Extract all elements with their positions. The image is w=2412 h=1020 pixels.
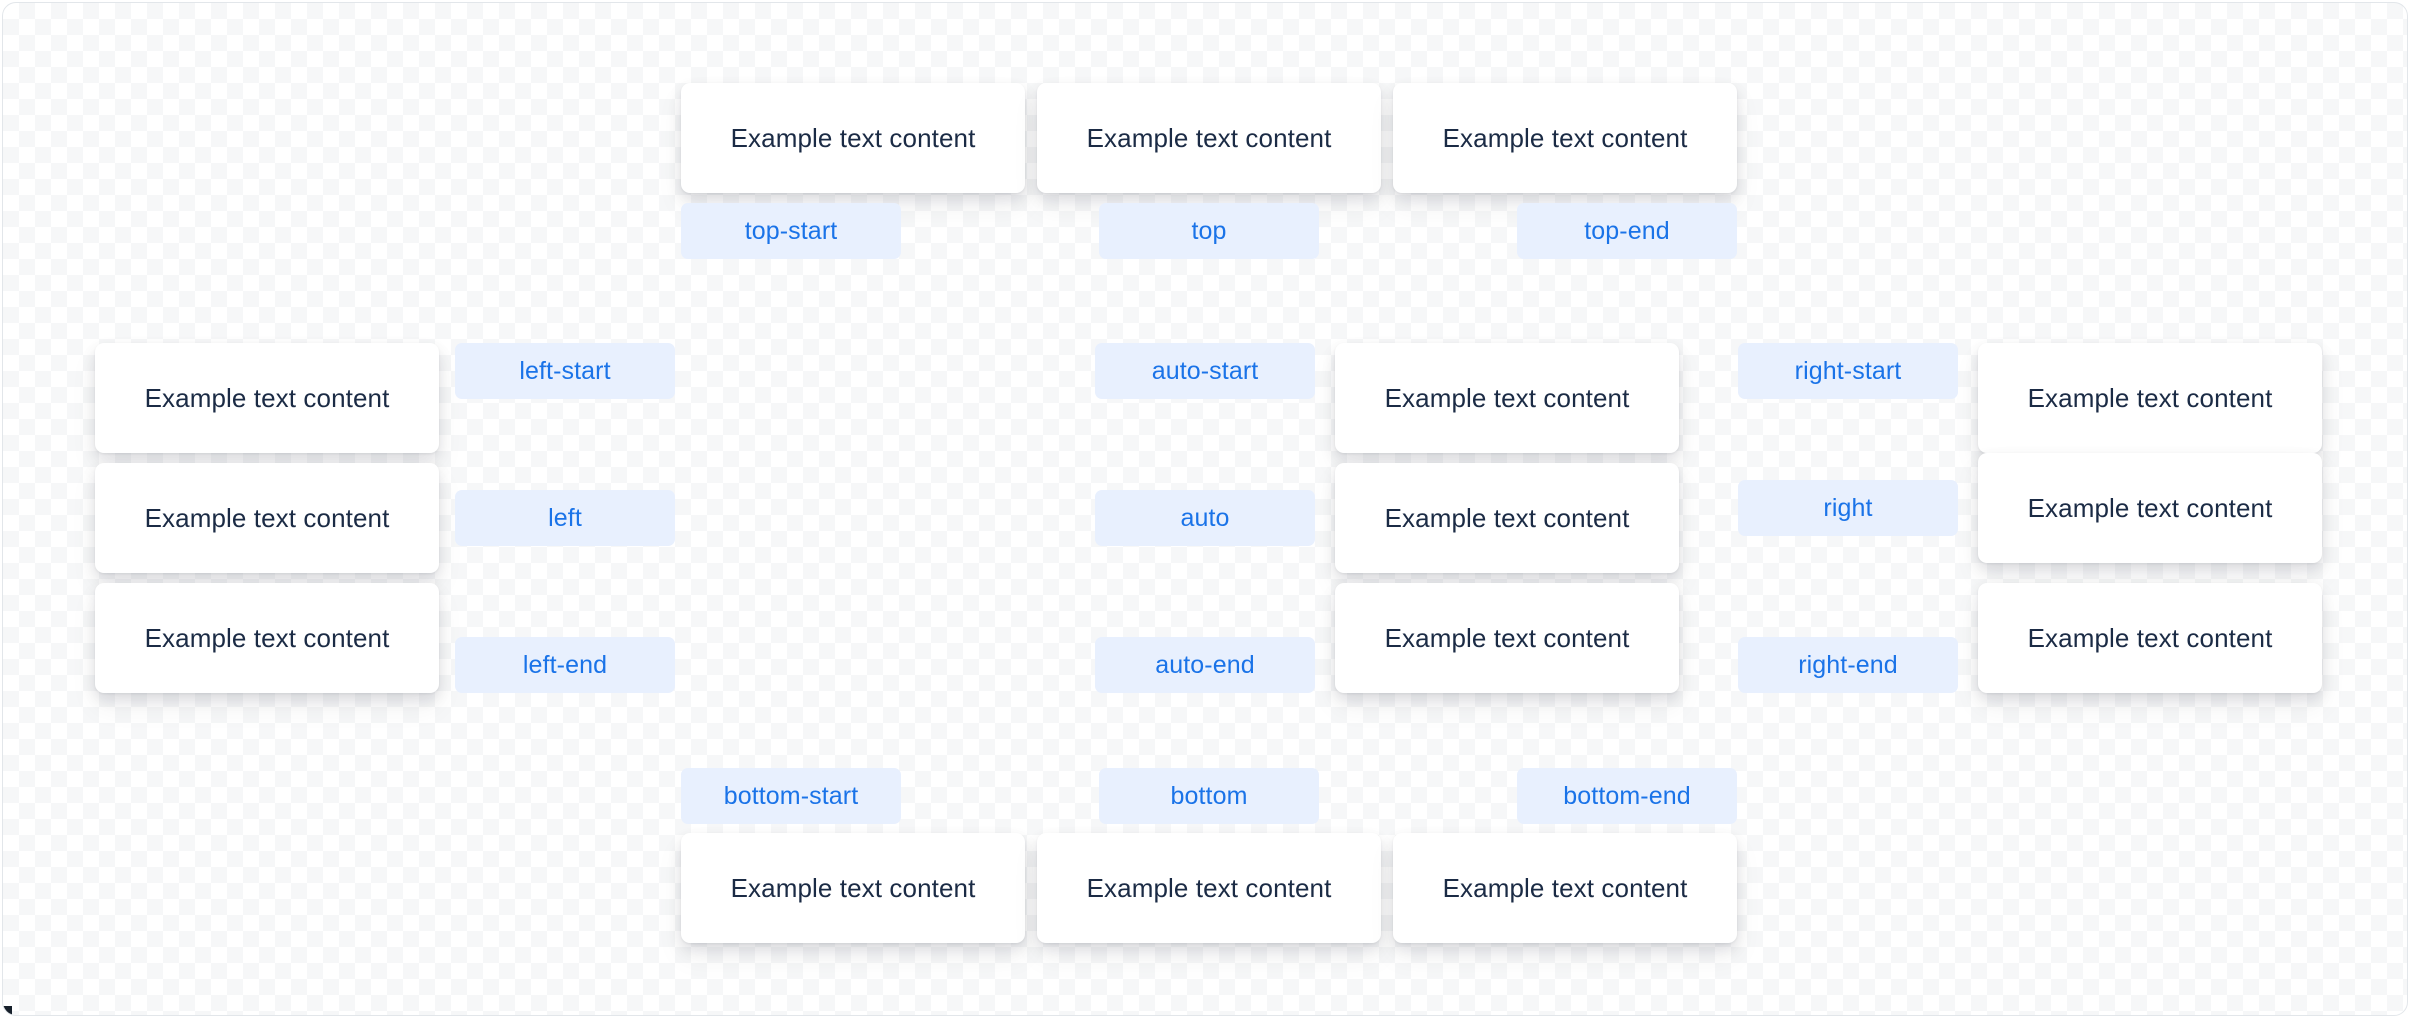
reference-badge-label: left: [548, 503, 582, 532]
reference-badge-right[interactable]: right: [1738, 480, 1958, 536]
checkerboard-surface: Example text content top-start Example tex…: [2, 2, 2408, 1016]
tooltip-card-label: Example text content: [144, 382, 390, 413]
tooltip-card-label: Example text content: [730, 872, 976, 903]
placement-demo-stage: Example text content top-start Example tex…: [0, 0, 2412, 1020]
tooltip-card-label: Example text content: [144, 622, 390, 653]
tooltip-card-auto-end: Example text content: [1335, 583, 1679, 693]
reference-badge-right-end[interactable]: right-end: [1738, 637, 1958, 693]
tooltip-card-left: Example text content: [95, 463, 439, 573]
reference-badge-left[interactable]: left: [455, 490, 675, 546]
tooltip-card-label: Example text content: [1384, 502, 1630, 533]
tooltip-card-left-start: Example text content: [95, 343, 439, 453]
tooltip-card-left-end: Example text content: [95, 583, 439, 693]
tooltip-card-right-end: Example text content: [1978, 583, 2322, 693]
tooltip-card-label: Example text content: [1442, 872, 1688, 903]
reference-badge-label: auto-start: [1151, 356, 1259, 385]
tooltip-card-label: Example text content: [2027, 492, 2273, 523]
reference-badge-label: top-end: [1584, 216, 1670, 245]
reference-badge-bottom[interactable]: bottom: [1099, 768, 1319, 824]
tooltip-card-label: Example text content: [2027, 622, 2273, 653]
reference-badge-label: left-start: [519, 356, 611, 385]
tooltip-card-right: Example text content: [1978, 453, 2322, 563]
tooltip-card-top-start: Example text content: [681, 83, 1025, 193]
tooltip-card-label: Example text content: [144, 502, 390, 533]
reference-badge-bottom-end[interactable]: bottom-end: [1517, 768, 1737, 824]
reference-badge-label: auto-end: [1155, 650, 1255, 679]
tooltip-card-bottom-end: Example text content: [1393, 833, 1737, 943]
corner-marker: [3, 1006, 12, 1015]
reference-badge-left-start[interactable]: left-start: [455, 343, 675, 399]
reference-badge-right-start[interactable]: right-start: [1738, 343, 1958, 399]
reference-badge-auto-start[interactable]: auto-start: [1095, 343, 1315, 399]
reference-badge-label: auto: [1180, 503, 1230, 532]
reference-badge-auto[interactable]: auto: [1095, 490, 1315, 546]
reference-badge-bottom-start[interactable]: bottom-start: [681, 768, 901, 824]
tooltip-card-top: Example text content: [1037, 83, 1381, 193]
tooltip-card-right-start: Example text content: [1978, 343, 2322, 453]
reference-badge-label: right-start: [1794, 356, 1902, 385]
tooltip-card-auto-start: Example text content: [1335, 343, 1679, 453]
reference-badge-label: right-end: [1798, 650, 1898, 679]
reference-badge-auto-end[interactable]: auto-end: [1095, 637, 1315, 693]
reference-badge-label: top: [1191, 216, 1227, 245]
reference-badge-label: left-end: [522, 650, 608, 679]
tooltip-card-bottom-start: Example text content: [681, 833, 1025, 943]
tooltip-card-label: Example text content: [2027, 382, 2273, 413]
reference-badge-left-end[interactable]: left-end: [455, 637, 675, 693]
reference-badge-label: right: [1823, 493, 1873, 522]
tooltip-card-label: Example text content: [1384, 382, 1630, 413]
reference-badge-label: bottom-start: [723, 781, 859, 810]
reference-badge-top[interactable]: top: [1099, 203, 1319, 259]
tooltip-card-bottom: Example text content: [1037, 833, 1381, 943]
tooltip-card-label: Example text content: [1086, 122, 1332, 153]
tooltip-card-label: Example text content: [1442, 122, 1688, 153]
tooltip-card-label: Example text content: [1384, 622, 1630, 653]
reference-badge-label: bottom: [1170, 781, 1248, 810]
tooltip-card-label: Example text content: [1086, 872, 1332, 903]
reference-badge-top-start[interactable]: top-start: [681, 203, 901, 259]
reference-badge-top-end[interactable]: top-end: [1517, 203, 1737, 259]
tooltip-card-top-end: Example text content: [1393, 83, 1737, 193]
reference-badge-label: bottom-end: [1563, 781, 1691, 810]
tooltip-card-label: Example text content: [730, 122, 976, 153]
tooltip-card-auto: Example text content: [1335, 463, 1679, 573]
reference-badge-label: top-start: [744, 216, 838, 245]
